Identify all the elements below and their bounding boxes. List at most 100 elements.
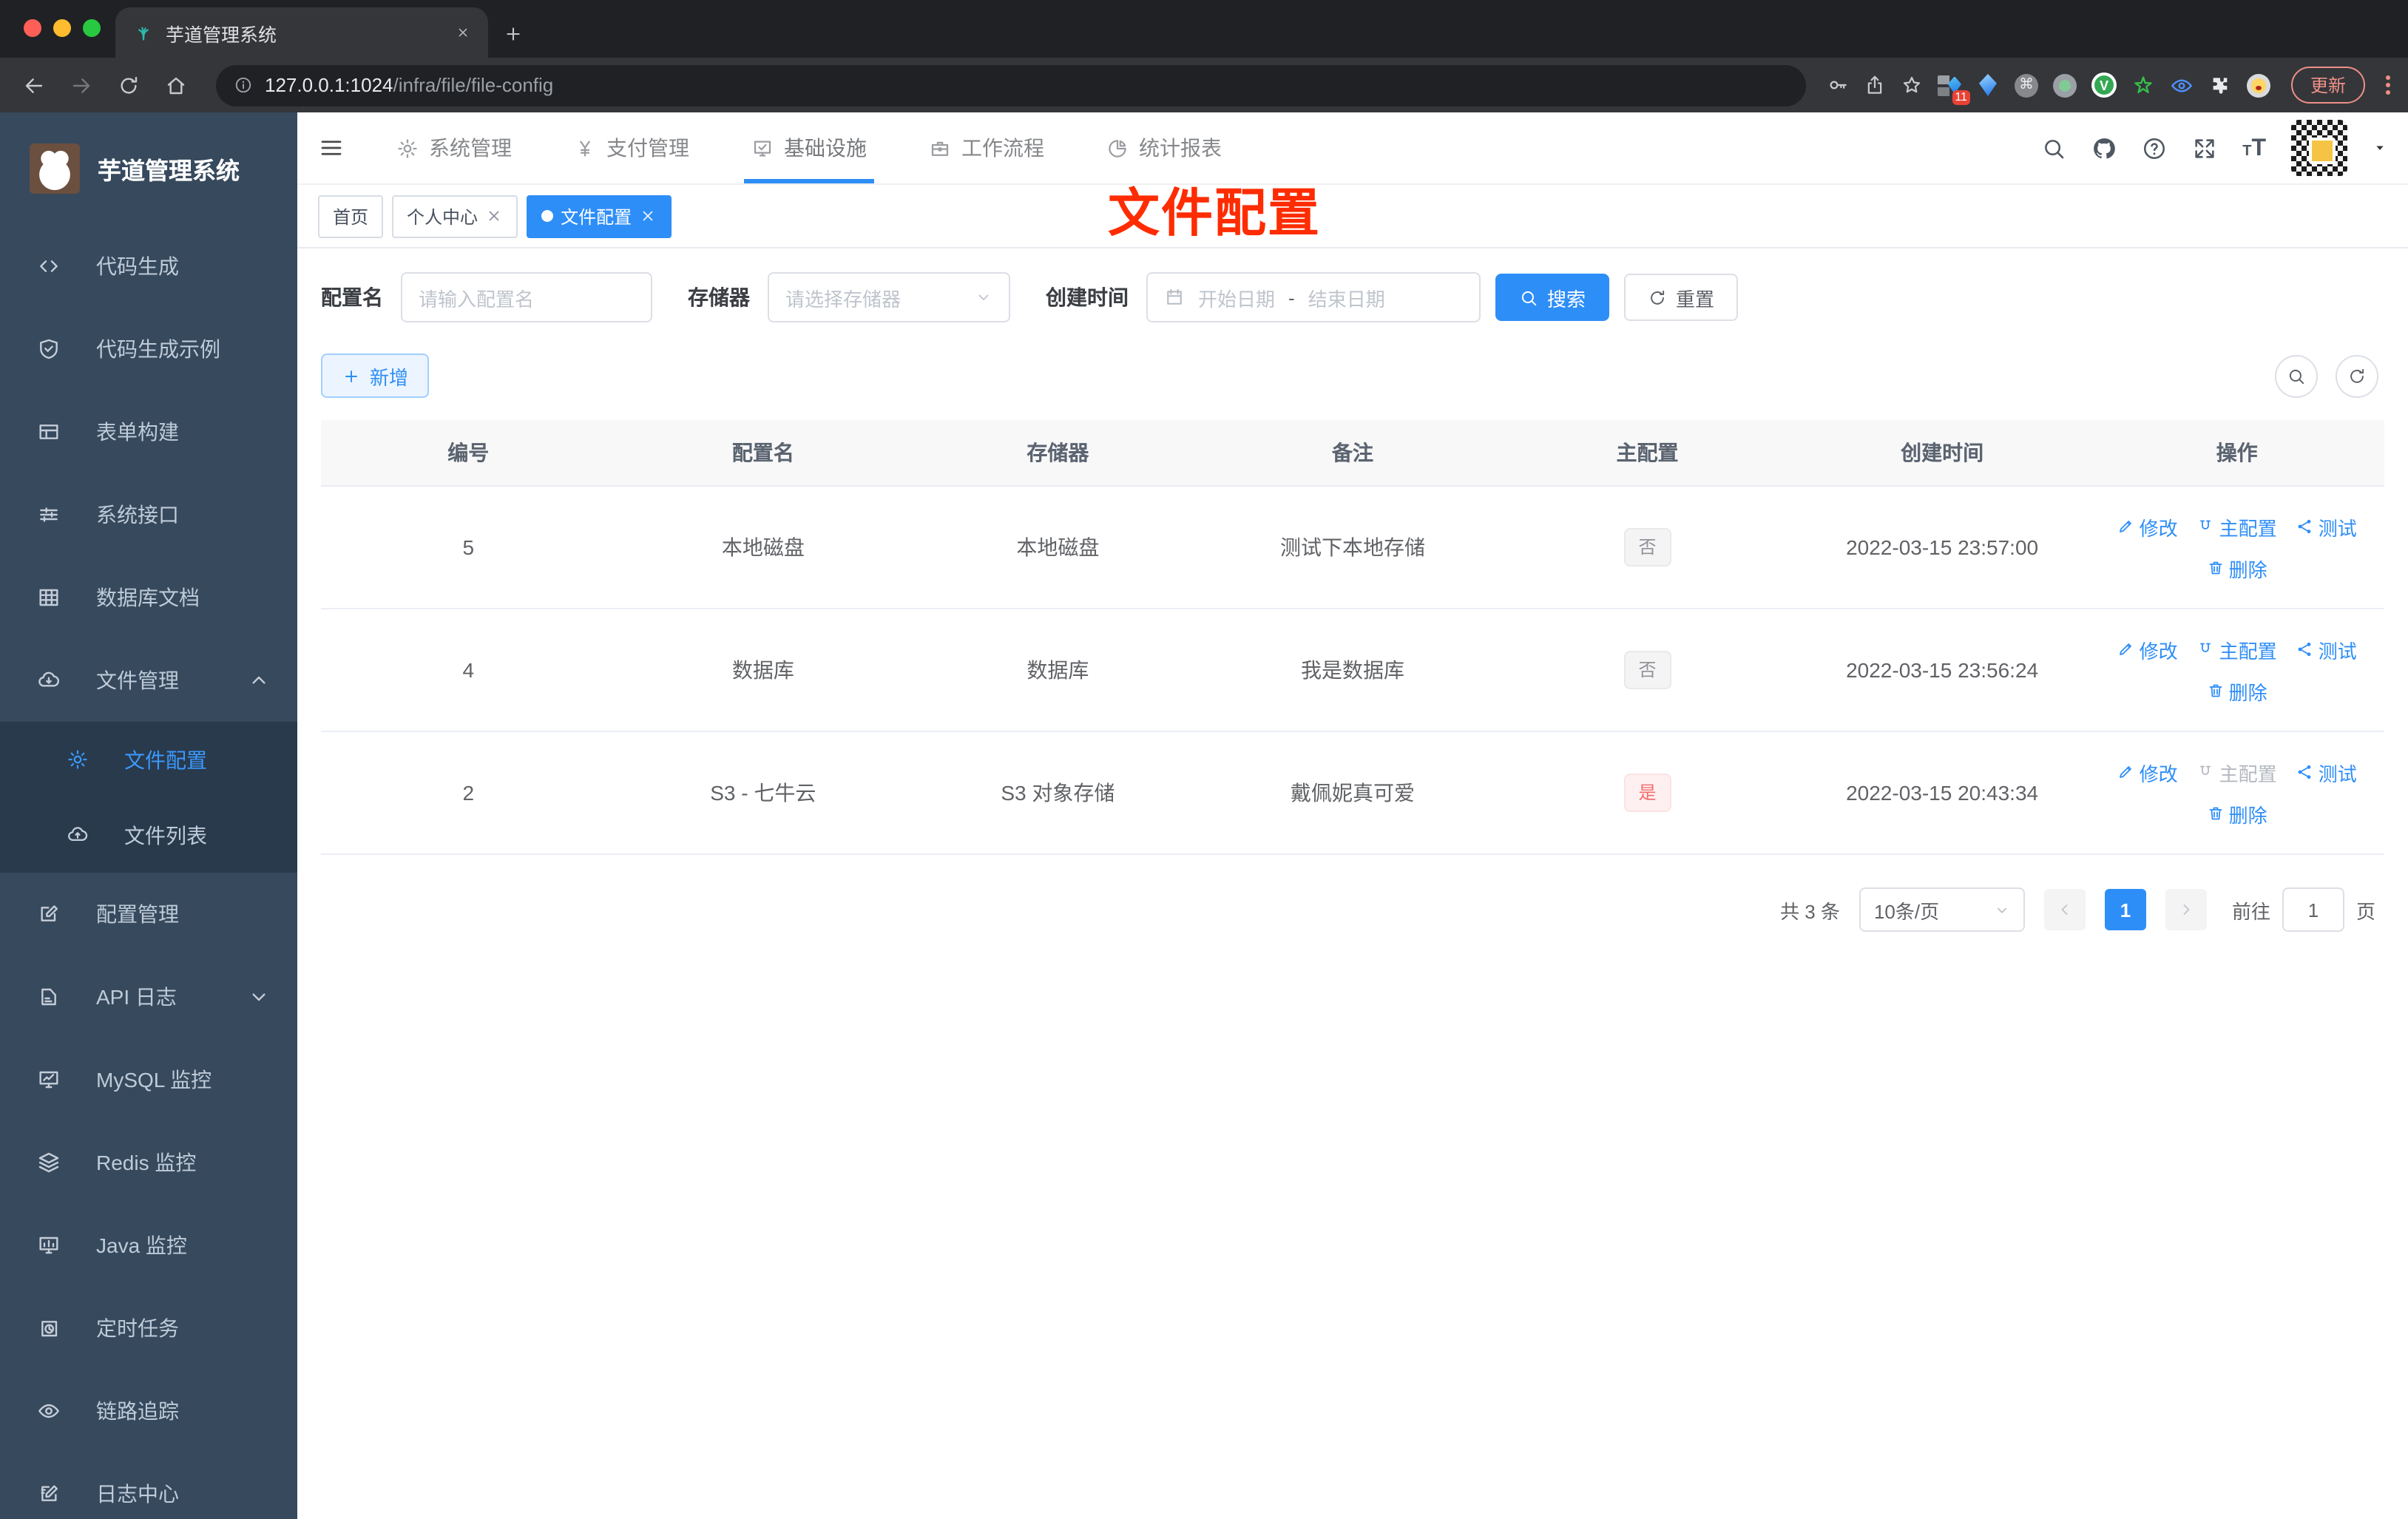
extension-v-icon[interactable]: V [2091, 72, 2117, 98]
table-row: 2 S3 - 七牛云 S3 对象存储 戴佩妮真可爱 是 2022-03-15 20:43:… [321, 731, 2384, 855]
page-size-select[interactable]: 10条/页 [1859, 887, 2025, 932]
edit-link[interactable]: 修改 [2117, 758, 2178, 786]
sidebar-logo[interactable]: 芋道管理系统 [0, 112, 297, 225]
reset-button[interactable]: 重置 [1624, 274, 1739, 321]
refresh-icon [1648, 288, 1667, 307]
delete-link[interactable]: 删除 [2207, 554, 2267, 582]
user-avatar-qr[interactable] [2291, 120, 2347, 176]
zoom-window-button[interactable] [83, 19, 101, 37]
sidebar-item-Java 监控[interactable]: Java 监控 [0, 1204, 297, 1287]
test-link[interactable]: 测试 [2296, 758, 2357, 786]
github-icon[interactable] [2091, 135, 2117, 160]
sidebar-item-文件管理[interactable]: 文件管理 [0, 639, 297, 722]
edit-link[interactable]: 修改 [2117, 635, 2178, 663]
extension-record-icon[interactable] [2052, 73, 2077, 97]
refresh-icon [2347, 366, 2367, 385]
share-icon [2296, 518, 2314, 535]
refresh-table-button[interactable] [2336, 354, 2378, 397]
top-nav-系统管理[interactable]: 系统管理 [365, 112, 543, 183]
sidebar-item-代码生成示例[interactable]: 代码生成示例 [0, 308, 297, 390]
column-header: 主配置 [1500, 420, 1795, 487]
delete-link[interactable]: 删除 [2207, 677, 2267, 705]
test-link[interactable]: 测试 [2296, 635, 2357, 663]
sidebar-item-MySQL 监控[interactable]: MySQL 监控 [0, 1038, 297, 1121]
prev-page-button[interactable] [2043, 889, 2086, 930]
browser-update-button[interactable]: 更新 [2290, 67, 2365, 104]
extensions-puzzle-icon[interactable] [2208, 73, 2232, 97]
sidebar-item-系统接口[interactable]: 系统接口 [0, 473, 297, 556]
profile-emoji-icon[interactable] [2246, 73, 2270, 97]
master-link[interactable]: 主配置 [2197, 758, 2277, 786]
reload-icon[interactable] [109, 66, 148, 104]
password-key-icon[interactable] [1827, 74, 1849, 96]
date-range-picker[interactable]: 开始日期 - 结束日期 [1146, 272, 1481, 322]
top-nav-支付管理[interactable]: 支付管理 [543, 112, 720, 183]
edit-link[interactable]: 修改 [2117, 512, 2178, 541]
storage-placeholder: 请选择存储器 [785, 288, 902, 310]
sidebar-item-label: 数据库文档 [96, 586, 200, 609]
column-header: 存储器 [910, 420, 1205, 487]
font-size-icon[interactable] [2242, 133, 2266, 163]
close-window-button[interactable] [24, 19, 41, 37]
current-page-button[interactable]: 1 [2104, 889, 2146, 930]
sidebar-subitem-文件列表[interactable]: 文件列表 [0, 797, 297, 873]
master-link[interactable]: 主配置 [2197, 512, 2277, 541]
create-time-label: 创建时间 [1046, 285, 1129, 309]
search-button[interactable]: 搜索 [1495, 274, 1610, 321]
site-info-icon[interactable] [234, 75, 253, 95]
sidebar-item-日志中心[interactable]: 日志中心 [0, 1452, 297, 1519]
sidebar-item-表单构建[interactable]: 表单构建 [0, 390, 297, 473]
top-nav-工作流程[interactable]: 工作流程 [898, 112, 1075, 183]
tag-个人中心[interactable]: 个人中心 [392, 194, 518, 237]
header-actions [2041, 120, 2387, 176]
tag-首页[interactable]: 首页 [318, 194, 384, 237]
extension-star-icon[interactable] [2131, 73, 2155, 97]
extension-eye-icon[interactable] [2170, 73, 2194, 97]
sidebar-item-API 日志[interactable]: API 日志 [0, 955, 297, 1038]
goto-page-input[interactable]: 1 [2282, 887, 2344, 932]
back-icon[interactable] [15, 66, 53, 104]
sidebar-item-定时任务[interactable]: 定时任务 [0, 1287, 297, 1370]
top-nav-统计报表[interactable]: 统计报表 [1075, 112, 1253, 183]
fullscreen-icon[interactable] [2192, 135, 2217, 160]
address-bar[interactable]: 127.0.0.1:1024/infra/file/file-config [216, 64, 1806, 106]
bookmark-star-icon[interactable] [1901, 74, 1923, 96]
tab-close-icon[interactable] [450, 19, 476, 46]
add-button[interactable]: 新增 [321, 353, 430, 398]
storage-select[interactable]: 请选择存储器 [768, 272, 1010, 322]
magnet-icon [2197, 763, 2215, 781]
share-macos-icon[interactable] [1864, 74, 1886, 96]
extension-pinned-icon[interactable]: 11 [1937, 73, 1970, 104]
minimize-window-button[interactable] [53, 19, 71, 37]
tag-文件配置[interactable]: 文件配置 [527, 194, 672, 237]
next-page-button[interactable] [2165, 889, 2207, 930]
home-icon[interactable] [157, 66, 195, 104]
chevron-down-icon [975, 288, 992, 306]
chevron-up-icon [247, 669, 271, 692]
show-search-toggle-button[interactable] [2275, 354, 2318, 397]
help-icon[interactable] [2142, 135, 2167, 160]
collapse-sidebar-icon[interactable] [318, 135, 345, 161]
top-nav-基础设施[interactable]: 基础设施 [720, 112, 898, 183]
test-link[interactable]: 测试 [2296, 512, 2357, 541]
tag-close-icon[interactable] [485, 207, 503, 225]
new-tab-button[interactable] [503, 24, 524, 46]
tag-close-icon[interactable] [639, 207, 657, 225]
master-link[interactable]: 主配置 [2197, 635, 2277, 663]
sidebar-item-配置管理[interactable]: 配置管理 [0, 873, 297, 955]
user-menu-caret-icon[interactable] [2373, 141, 2387, 155]
forward-icon[interactable] [62, 66, 101, 104]
delete-link[interactable]: 删除 [2207, 799, 2267, 828]
sidebar-item-数据库文档[interactable]: 数据库文档 [0, 556, 297, 639]
sidebar-item-链路追踪[interactable]: 链路追踪 [0, 1370, 297, 1452]
config-name-input[interactable]: 请输入配置名 [401, 272, 652, 322]
browser-tab[interactable]: 芋道管理系统 [115, 7, 488, 58]
sidebar-item-代码生成[interactable]: 代码生成 [0, 225, 297, 308]
sidebar-item-label: API 日志 [96, 985, 177, 1009]
extension-command-icon[interactable]: ⌘ [2014, 73, 2038, 97]
browser-menu-kebab-icon[interactable] [2386, 75, 2390, 95]
search-icon[interactable] [2041, 135, 2066, 160]
sidebar-item-Redis 监控[interactable]: Redis 监控 [0, 1121, 297, 1204]
extension-kite-icon[interactable] [1976, 73, 2000, 97]
sidebar-subitem-文件配置[interactable]: 文件配置 [0, 722, 297, 797]
